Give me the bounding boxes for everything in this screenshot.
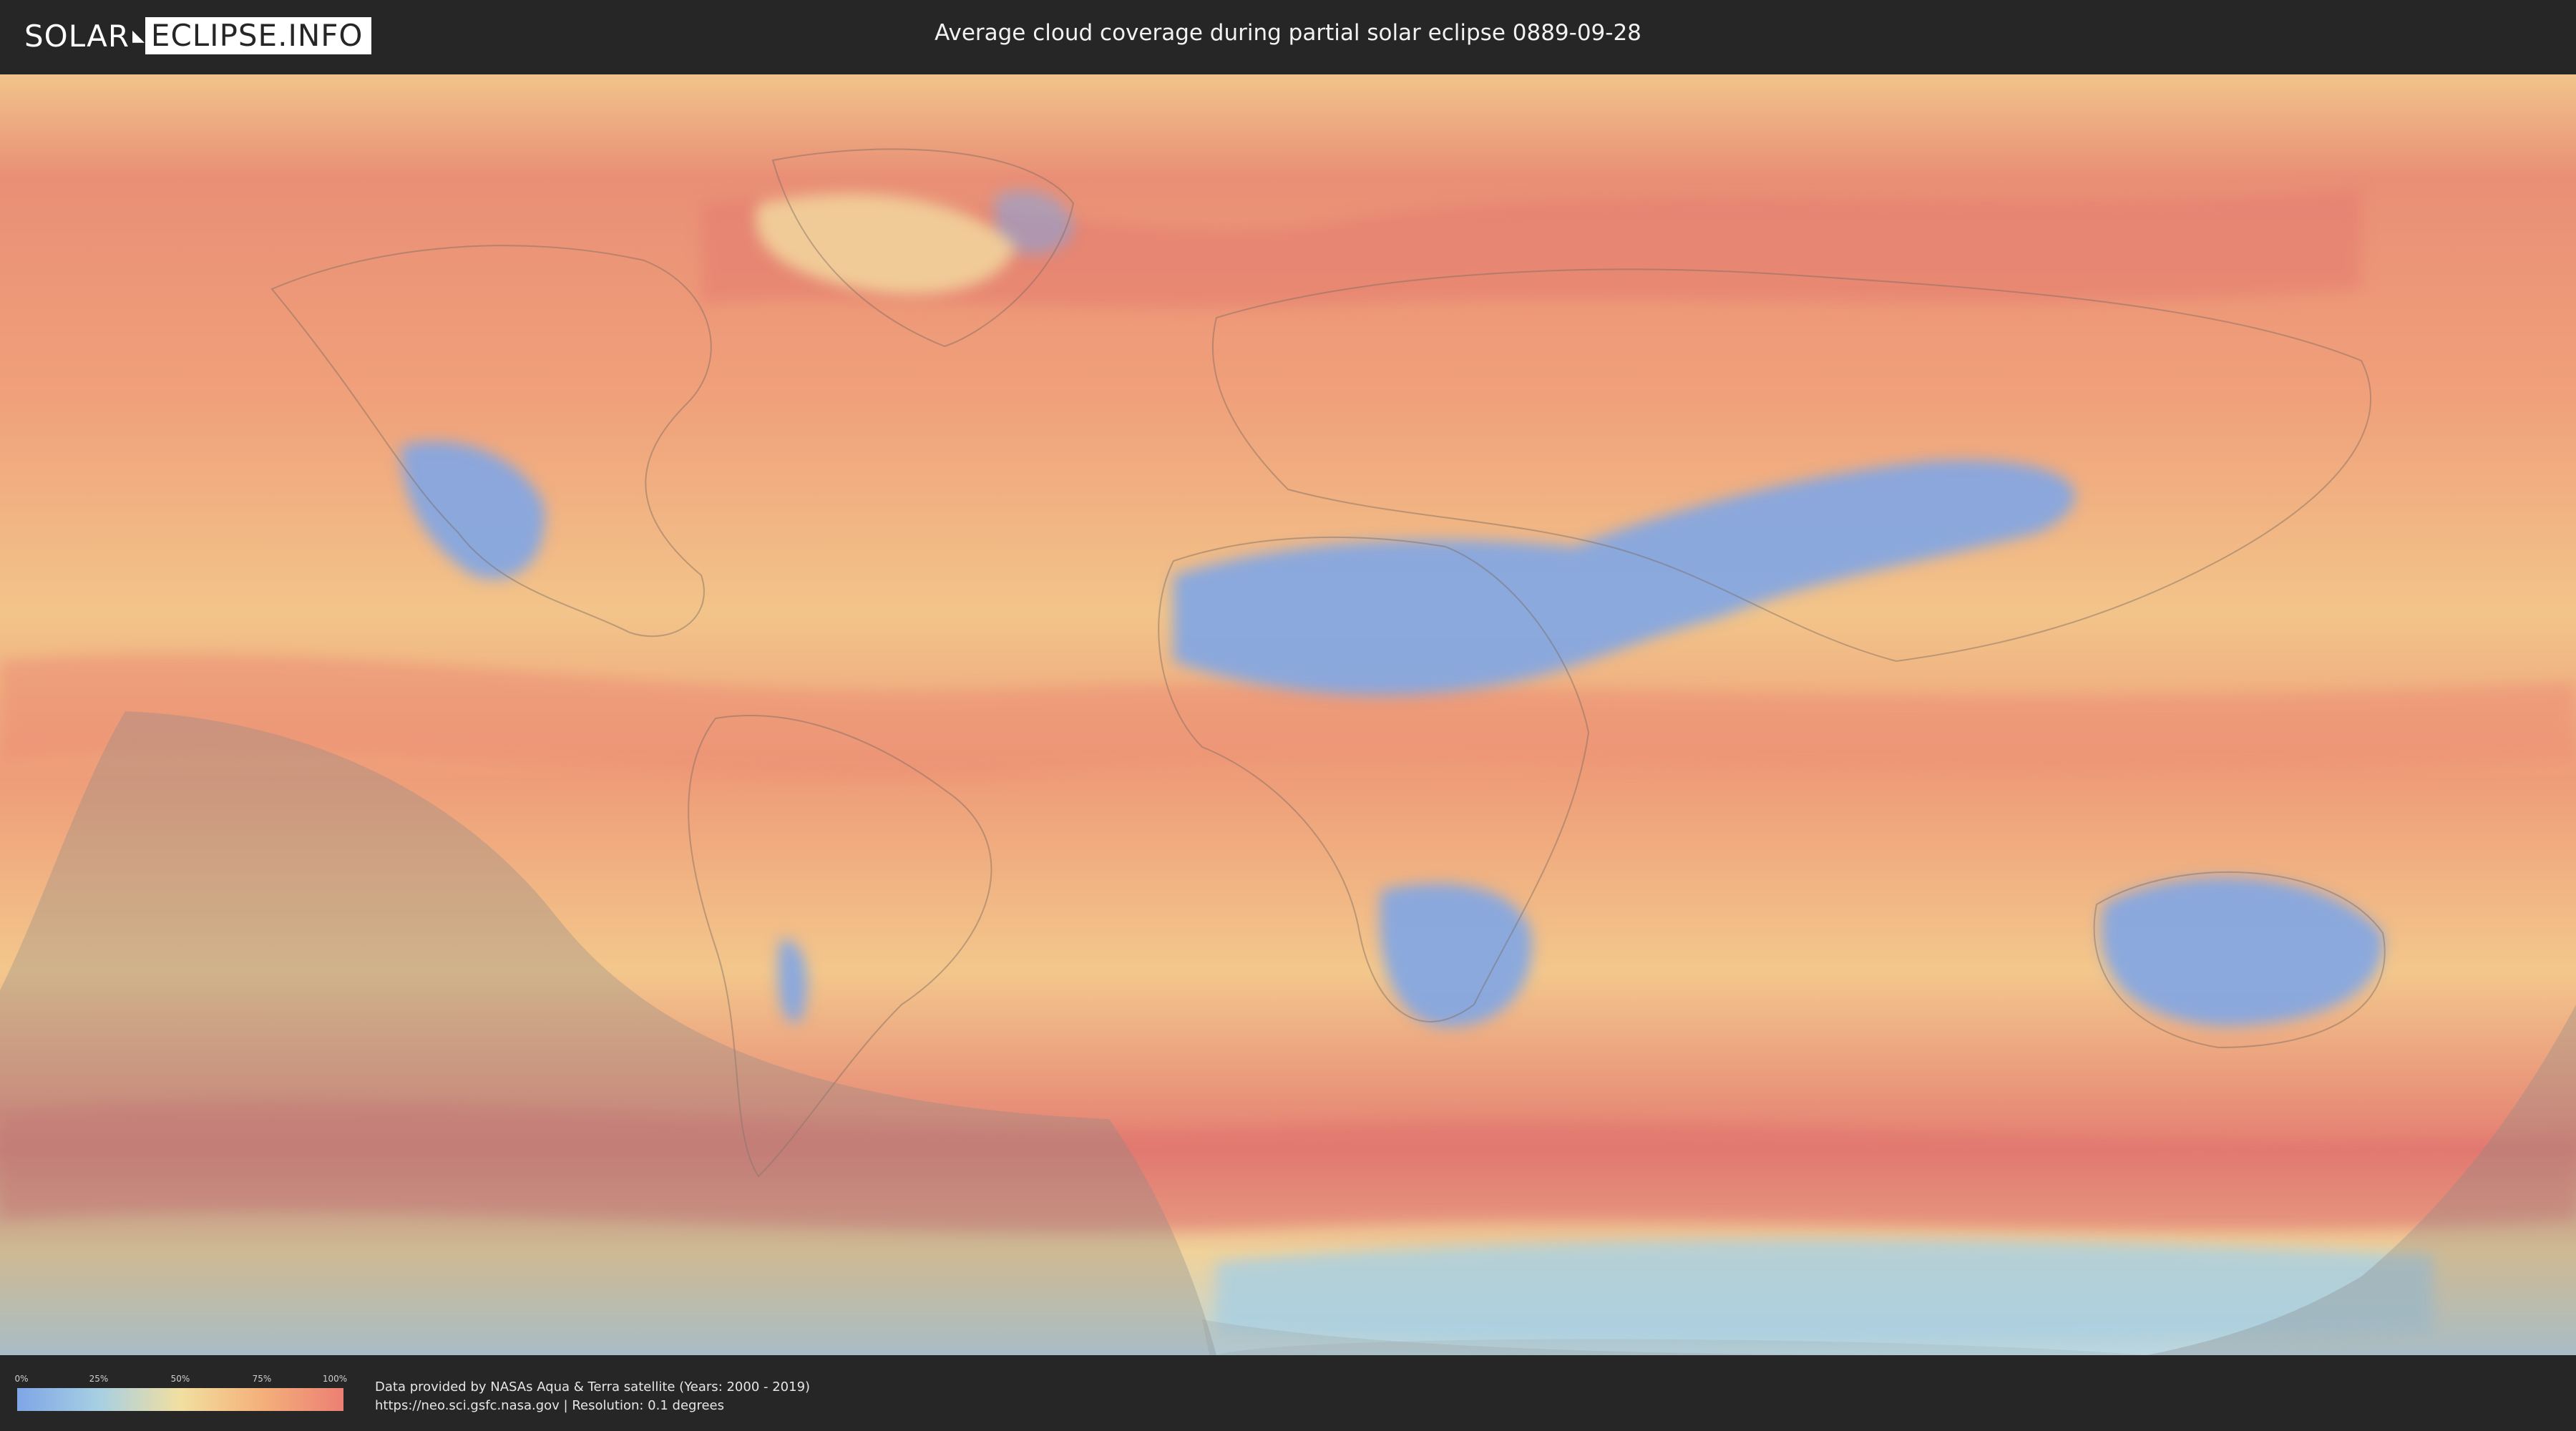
data-credits: Data provided by NASAs Aqua & Terra sate… (375, 1378, 810, 1415)
cloud-coverage-legend: 0% 25% 50% 75% 100% (14, 1374, 347, 1411)
credit-line-1: Data provided by NASAs Aqua & Terra sate… (375, 1379, 811, 1395)
legend-tick: 0% (14, 1374, 29, 1384)
credit-line-2[interactable]: https://neo.sci.gsfc.nasa.gov | Resoluti… (375, 1397, 810, 1415)
cloud-coverage-map[interactable] (0, 74, 2576, 1355)
legend-tick: 50% (170, 1374, 190, 1384)
legend-tick: 100% (322, 1374, 348, 1384)
legend-tick: 75% (252, 1374, 272, 1384)
footer-bar: 0% 25% 50% 75% 100% Data provided by NAS… (0, 1357, 2576, 1431)
legend-tick: 25% (89, 1374, 109, 1384)
legend-ticks: 0% 25% 50% 75% 100% (14, 1374, 347, 1385)
legend-gradient-bar (17, 1388, 343, 1411)
page-title: Average cloud coverage during partial so… (935, 20, 1641, 46)
header-bar: SOLAR ◣ ECLIPSE.INFO Average cloud cover… (0, 0, 2576, 72)
world-cloud-map-icon (0, 74, 2576, 1355)
